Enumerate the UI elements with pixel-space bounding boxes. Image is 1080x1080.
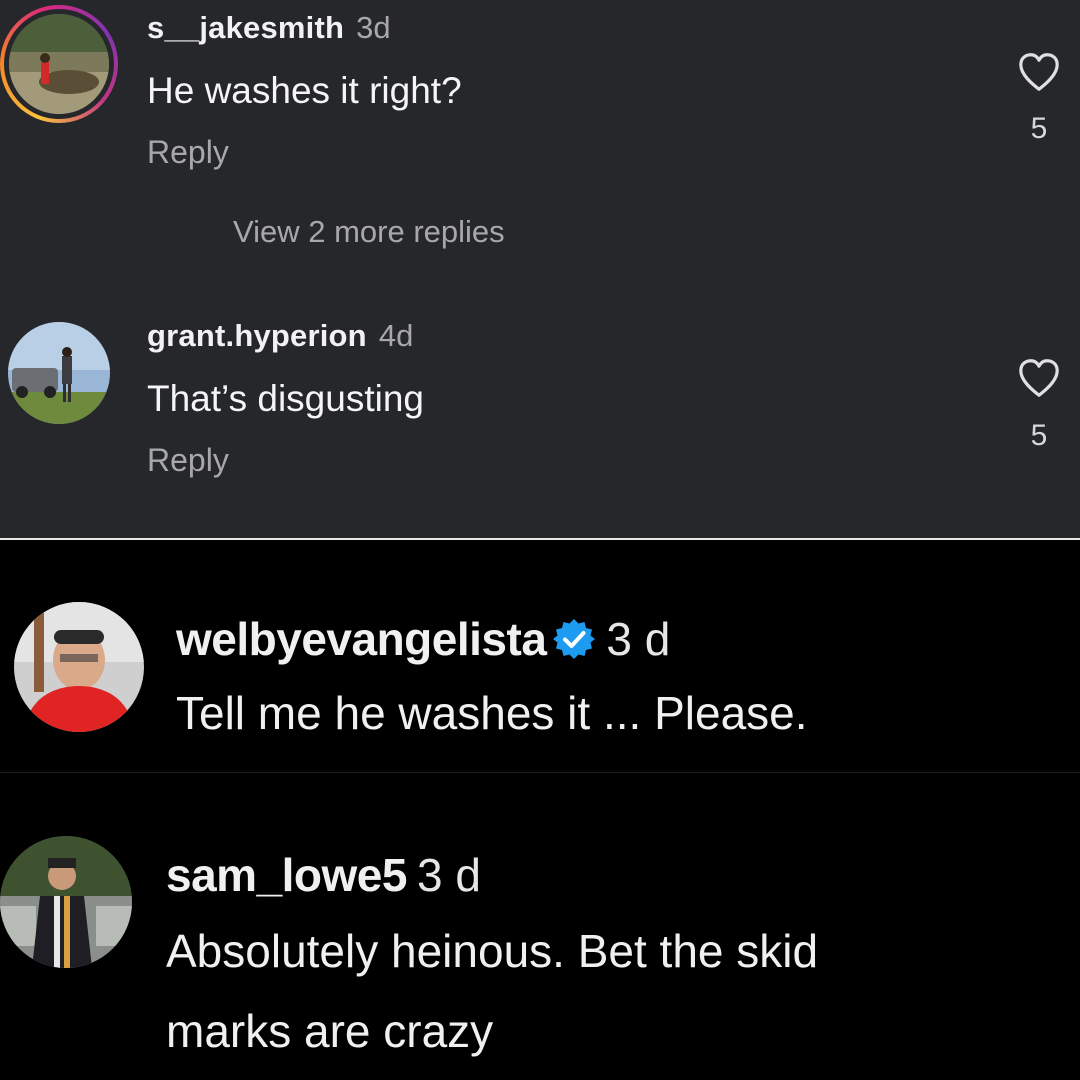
username[interactable]: s__jakesmith: [147, 10, 344, 45]
comment-header: s__jakesmith 3d: [147, 10, 391, 46]
reply-button[interactable]: Reply: [147, 442, 229, 479]
avatar[interactable]: [8, 322, 110, 424]
like-heart-icon[interactable]: [1017, 358, 1061, 403]
like-count: 5: [1030, 419, 1048, 452]
comment-text: Tell me he washes it ... Please.: [176, 687, 808, 739]
username[interactable]: welbyevangelista: [176, 613, 547, 665]
avatar: [9, 14, 109, 114]
verified-badge-icon: [553, 619, 596, 659]
avatar[interactable]: [0, 836, 132, 968]
comment-header: sam_lowe5 3 d: [166, 848, 481, 902]
comment-text-line-1: Absolutely heinous. Bet the skid: [166, 925, 819, 977]
comment-time: 3 d: [606, 613, 671, 665]
comment-time: 3d: [356, 10, 391, 45]
username[interactable]: sam_lowe5: [166, 849, 407, 901]
avatar-story-ring[interactable]: [0, 5, 118, 123]
like-heart-icon[interactable]: [1017, 52, 1061, 97]
comment-text-line-2: marks are crazy: [166, 1005, 494, 1057]
comment-time: 4d: [378, 318, 414, 353]
comment-header: welbyevangelista 3 d: [176, 612, 670, 666]
reply-button[interactable]: Reply: [147, 134, 229, 171]
comment-text: That’s disgusting: [147, 378, 424, 419]
comment-header: grant.hyperion 4d: [147, 318, 413, 354]
divider: [0, 772, 1080, 773]
comment-text: He washes it right?: [147, 70, 462, 111]
comment-time: 3 d: [416, 849, 481, 901]
like-count: 5: [1030, 112, 1048, 145]
username[interactable]: grant.hyperion: [147, 318, 367, 353]
view-more-replies-button[interactable]: View 2 more replies: [233, 214, 505, 250]
avatar[interactable]: [14, 602, 144, 732]
